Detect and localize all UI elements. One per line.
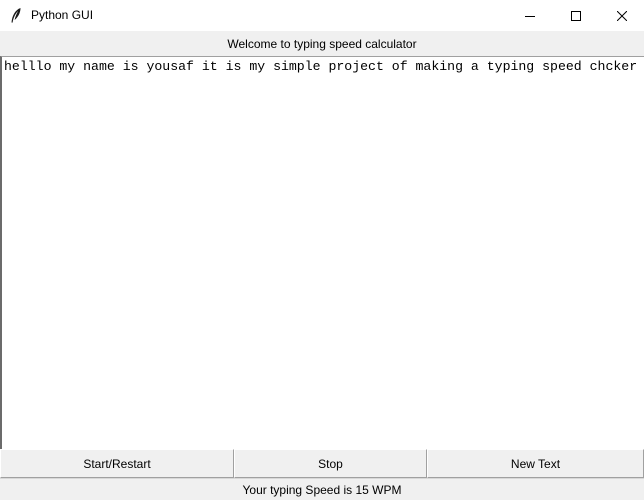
feather-icon [9, 7, 23, 24]
new-text-button[interactable]: New Text [427, 449, 644, 478]
title-bar[interactable]: Python GUI [0, 0, 644, 31]
text-content: helllo my name is yousaf it is my simple… [4, 59, 638, 74]
minimize-icon [525, 11, 535, 21]
minimize-button[interactable] [507, 0, 553, 31]
button-row: Start/Restart Stop New Text [0, 449, 644, 478]
close-button[interactable] [599, 0, 644, 31]
maximize-button[interactable] [553, 0, 599, 31]
start-restart-button[interactable]: Start/Restart [0, 449, 234, 478]
header-label: Welcome to typing speed calculator [227, 36, 417, 51]
status-label: Your typing Speed is 15 WPM [0, 478, 644, 500]
close-icon [617, 10, 627, 21]
maximize-icon [571, 10, 581, 21]
typing-text-area[interactable]: helllo my name is yousaf it is my simple… [0, 56, 644, 449]
app-window: Python GUI Welcome to typing speed calcu… [0, 0, 644, 500]
stop-button[interactable]: Stop [234, 449, 427, 478]
window-title: Python GUI [31, 8, 94, 22]
